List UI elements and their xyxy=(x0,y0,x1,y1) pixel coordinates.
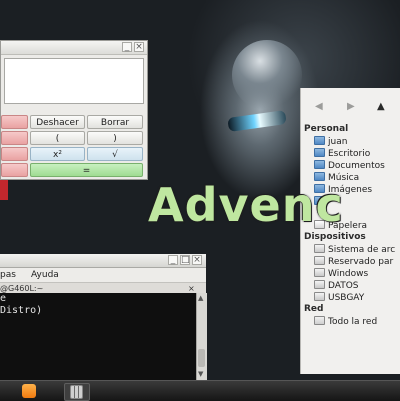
devices-header: Dispositivos xyxy=(304,232,366,242)
minimize-icon[interactable]: _ xyxy=(122,42,132,52)
undo-button[interactable]: Deshacer xyxy=(30,115,85,129)
drive-icon xyxy=(314,256,325,265)
taskbar xyxy=(0,380,400,401)
square-button[interactable]: x² xyxy=(30,147,85,161)
documents-folder-icon xyxy=(314,160,325,169)
taskbar-feed-button[interactable] xyxy=(18,383,42,399)
rss-feed-icon xyxy=(22,384,36,398)
device-system[interactable]: Sistema de arc xyxy=(314,244,395,256)
scroll-down-icon[interactable]: ▼ xyxy=(198,371,205,378)
open-paren-button[interactable]: ( xyxy=(30,131,85,145)
network-all[interactable]: Todo la red xyxy=(314,316,377,328)
calc-key-left-3[interactable] xyxy=(1,147,28,161)
equals-button[interactable]: = xyxy=(30,163,143,177)
terminal-titlebar[interactable]: _ □ × xyxy=(0,254,206,268)
place-desktop[interactable]: Escritorio xyxy=(314,148,370,160)
terminal-output[interactable]: e Distro) xyxy=(0,293,196,380)
close-paren-button[interactable]: ) xyxy=(87,131,143,145)
forward-arrow-icon[interactable]: ▶ xyxy=(347,102,359,112)
personal-header: Personal xyxy=(304,124,349,134)
device-windows[interactable]: Windows xyxy=(314,268,368,280)
desktop-folder-icon xyxy=(314,148,325,157)
network-header: Red xyxy=(304,304,324,314)
device-datos[interactable]: DATOS xyxy=(314,280,359,292)
drive-icon xyxy=(314,268,325,277)
terminal-line: Distro) xyxy=(0,305,43,316)
home-folder-icon xyxy=(314,136,325,145)
device-usb[interactable]: USBGAY xyxy=(314,292,364,304)
place-documents[interactable]: Documentos xyxy=(314,160,385,172)
calc-key-left-4[interactable] xyxy=(1,163,28,177)
network-icon xyxy=(314,316,325,325)
calculator-icon xyxy=(70,385,83,399)
calc-key-left-2[interactable] xyxy=(1,131,28,145)
close-icon[interactable]: × xyxy=(134,42,144,52)
terminal-menubar: pas Ayuda xyxy=(0,268,206,283)
close-icon[interactable]: × xyxy=(192,255,202,265)
drive-icon xyxy=(314,244,325,253)
scroll-up-icon[interactable]: ▲ xyxy=(198,295,205,302)
terminal-scrollbar[interactable]: ▲ ▼ xyxy=(196,293,207,380)
overlay-text: Advenc xyxy=(148,178,344,232)
up-arrow-icon[interactable]: ▲ xyxy=(377,102,389,112)
usb-drive-icon xyxy=(314,292,325,301)
calc-key-left-1[interactable] xyxy=(1,115,28,129)
scroll-thumb[interactable] xyxy=(198,349,205,367)
menu-ayuda[interactable]: Ayuda xyxy=(31,268,59,282)
terminal-window: _ □ × pas Ayuda @G460L:~ × e Distro) ▲ ▼ xyxy=(0,254,207,380)
calculator-display xyxy=(4,58,144,104)
calculator-window: _ × Deshacer Borrar ( ) x² √ = xyxy=(0,40,148,180)
sqrt-button[interactable]: √ xyxy=(87,147,143,161)
drive-icon xyxy=(314,280,325,289)
back-arrow-icon[interactable]: ◀ xyxy=(315,102,327,112)
menu-pestanas[interactable]: pas xyxy=(0,268,16,282)
calculator-titlebar[interactable]: _ × xyxy=(1,41,147,55)
helmet-highlight xyxy=(232,40,302,110)
maximize-icon[interactable]: □ xyxy=(180,255,190,265)
place-home[interactable]: juan xyxy=(314,136,347,148)
places-toolbar: ◀ ▶ ▲ xyxy=(301,88,400,122)
taskbar-calculator-button[interactable] xyxy=(64,383,90,401)
terminal-line: e xyxy=(0,293,7,304)
clear-button[interactable]: Borrar xyxy=(87,115,143,129)
device-reserved[interactable]: Reservado par xyxy=(314,256,393,268)
minimize-icon[interactable]: _ xyxy=(168,255,178,265)
